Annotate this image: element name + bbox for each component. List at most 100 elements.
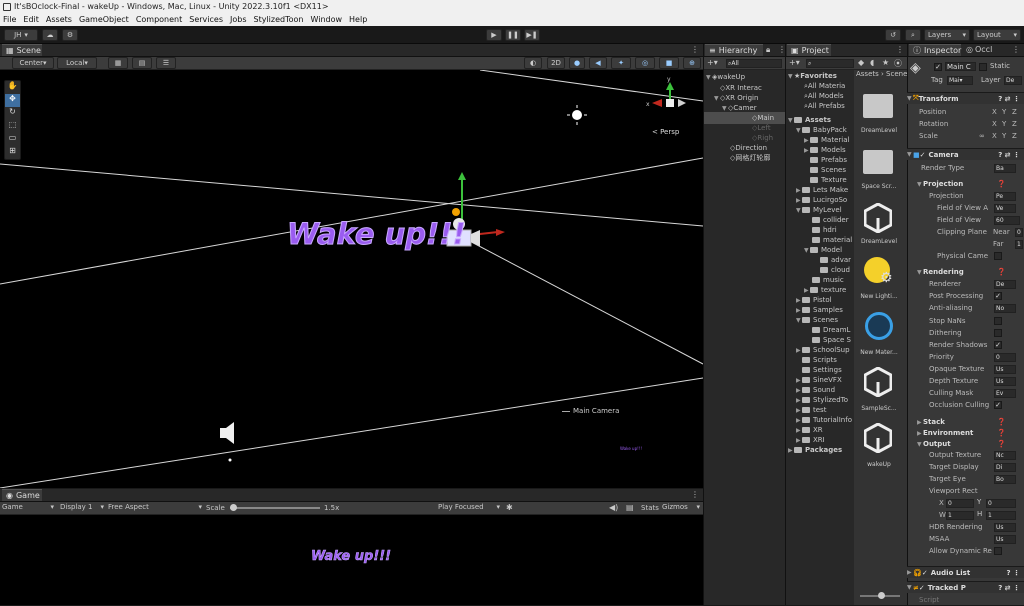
camera-enabled-checkbox[interactable]: ✓ — [920, 151, 926, 159]
aspect-dropdown[interactable]: Free Aspect ▾ — [108, 503, 202, 511]
toggle-2d-button[interactable]: 2D — [547, 57, 565, 69]
tracked-pose-header[interactable]: ▼ ≠ ✓ Tracked P? ⇄ ⋮ — [907, 581, 1024, 593]
menu-jobs[interactable]: Jobs — [230, 15, 247, 24]
asset-item[interactable]: New Mater... — [854, 349, 904, 356]
output-texture-field[interactable]: Nc — [994, 451, 1016, 460]
stop-nans-checkbox[interactable] — [994, 317, 1002, 325]
game-viewport[interactable]: Wake up!!! — [0, 515, 703, 605]
render-type-dropdown[interactable]: Ba — [994, 164, 1016, 173]
target-eye-dropdown[interactable]: Bo — [994, 475, 1016, 484]
orientation-gizmo[interactable]: y x — [640, 76, 700, 131]
menu-gameobject[interactable]: GameObject — [79, 15, 129, 24]
near-input[interactable]: 0 — [1015, 228, 1023, 237]
dynamic-res-checkbox[interactable] — [994, 547, 1002, 555]
scale-tool-icon[interactable]: ⬚ — [5, 120, 20, 133]
effects-icon[interactable]: ✦ — [611, 57, 631, 69]
project-add-icon[interactable]: +▾ — [789, 58, 800, 67]
tag-dropdown[interactable]: Mai ▾ — [947, 76, 973, 85]
renderer-dropdown[interactable]: De — [994, 280, 1016, 289]
asset-item[interactable]: DreamLevel — [854, 238, 904, 245]
menu-help[interactable]: Help — [349, 15, 367, 24]
audio-menu-icon[interactable]: ? ⋮ — [1007, 569, 1021, 577]
render-shadows-checkbox[interactable]: ✓ — [994, 341, 1002, 349]
object-name-input[interactable]: Main C — [945, 62, 976, 71]
scale-slider[interactable] — [230, 507, 320, 509]
project-kebab-icon[interactable]: ⋮ — [896, 45, 904, 54]
search-icon[interactable]: ⌕ — [905, 29, 921, 41]
audio-listener-header[interactable]: ▶ 🎧︎ ✓ Audio List? ⋮ — [907, 566, 1024, 578]
frame-debug-icon[interactable]: ▤ — [626, 503, 634, 512]
asset-item[interactable]: New Lighti... — [854, 293, 904, 300]
game-kebab-icon[interactable]: ⋮ — [691, 490, 699, 499]
transform-menu-icon[interactable]: ? ⇄ ⋮ — [998, 95, 1020, 103]
menu-assets[interactable]: Assets — [46, 15, 72, 24]
tab-hierarchy[interactable]: ≡ Hierarchy — [705, 44, 763, 56]
layout-dropdown[interactable]: Layout ▾ — [973, 29, 1021, 41]
tab-inspector[interactable]: ⓘ Inspector — [909, 44, 961, 56]
opaque-texture-dropdown[interactable]: Us — [994, 365, 1016, 374]
filter-type-icon[interactable]: ◆ — [858, 58, 864, 67]
active-checkbox[interactable]: ✓ — [934, 63, 942, 71]
scene-viewport[interactable]: y x < Persp Wake up!!! Main Camera Wake … — [0, 70, 703, 488]
occlusion-culling-checkbox[interactable]: ✓ — [994, 401, 1002, 409]
pivot-center-dropdown[interactable]: Center ▾ — [12, 57, 54, 69]
transform-tool-icon[interactable]: ⊞ — [5, 146, 20, 159]
culling-mask-dropdown[interactable]: Ev — [994, 389, 1016, 398]
project-search-input[interactable]: ⌕ — [806, 59, 854, 68]
help-icon[interactable]: ❓ — [997, 429, 1006, 437]
rendering-section[interactable]: ▼ Rendering ❓ — [907, 266, 1024, 278]
account-dropdown[interactable]: JH ▾ — [4, 29, 38, 41]
favorite-icon[interactable]: ★ — [882, 58, 889, 67]
grid-snap-icon[interactable]: ▦ — [108, 57, 128, 69]
play-button[interactable]: ▶ — [486, 29, 502, 41]
anti-aliasing-dropdown[interactable]: No — [994, 304, 1016, 313]
asset-item[interactable]: SampleSc... — [854, 405, 904, 412]
history-icon[interactable]: ↺ — [885, 29, 901, 41]
tab-game[interactable]: ◉ Game — [2, 489, 42, 501]
play-mode-dropdown[interactable]: Play Focused ▾ — [438, 503, 500, 511]
bug-icon[interactable]: ✱ — [506, 503, 513, 512]
help-icon[interactable]: ❓ — [997, 268, 1006, 276]
camera-menu-icon[interactable]: ? ⇄ ⋮ — [998, 151, 1020, 159]
tab-project[interactable]: ▣ Project — [787, 44, 831, 56]
rect-tool-icon[interactable]: ▭ — [5, 133, 20, 146]
asset-item[interactable]: DreamLevel — [854, 127, 904, 134]
projection-section[interactable]: ▼ Projection ❓ — [907, 178, 1024, 190]
shading-mode-icon[interactable]: ◐ — [524, 57, 542, 69]
add-icon[interactable]: +▾ — [707, 58, 718, 67]
collab-icon[interactable]: ⚙ — [62, 29, 78, 41]
menu-file[interactable]: File — [3, 15, 16, 24]
menu-window[interactable]: Window — [310, 15, 342, 24]
hidden-objects-icon[interactable]: ◎ — [635, 57, 655, 69]
mute-audio-icon[interactable]: ◀) — [609, 503, 618, 512]
tab-occlusion[interactable]: ◎ Occl — [966, 45, 992, 54]
hidden-packages-icon[interactable]: ⦿ — [894, 58, 902, 69]
increment-snap-icon[interactable]: ▤ — [132, 57, 152, 69]
hdr-dropdown[interactable]: Us — [994, 523, 1016, 532]
move-tool-icon[interactable]: ✥ — [5, 94, 20, 107]
asset-item[interactable]: Space Scr... — [854, 183, 904, 190]
dithering-checkbox[interactable] — [994, 329, 1002, 337]
filter-label-icon[interactable]: ◖ — [870, 58, 874, 67]
priority-input[interactable]: 0 — [994, 353, 1016, 362]
tab-scene[interactable]: ▦ Scene — [2, 44, 42, 56]
rotate-tool-icon[interactable]: ↻ — [5, 107, 20, 120]
lock-icon[interactable]: 🔒︎ — [766, 45, 770, 55]
help-icon[interactable]: ❓ — [997, 418, 1006, 426]
tracked-menu-icon[interactable]: ? ⇄ ⋮ — [998, 584, 1020, 592]
inspector-kebab-icon[interactable]: ⋮ — [1012, 45, 1020, 54]
cloud-icon[interactable]: ☁ — [42, 29, 58, 41]
viewport-h-input[interactable]: 1 — [986, 511, 1016, 520]
menu-component[interactable]: Component — [136, 15, 182, 24]
audio-toggle-icon[interactable]: ◀ — [589, 57, 607, 69]
pause-button[interactable]: ❚❚ — [505, 29, 521, 41]
gizmos-icon[interactable]: ⊕ — [683, 57, 701, 69]
far-input[interactable]: 1 — [1015, 240, 1023, 249]
gizmos-dropdown[interactable]: Gizmos ▾ — [662, 503, 700, 511]
help-icon[interactable]: ❓ — [997, 180, 1006, 188]
display-dropdown[interactable]: Display 1 ▾ — [60, 503, 104, 511]
viewport-y-input[interactable]: 0 — [986, 499, 1016, 508]
menu-stylizedtoon[interactable]: StylizedToon — [254, 15, 304, 24]
link-icon[interactable]: ∞ — [979, 132, 985, 140]
projection-dropdown[interactable]: Pe — [994, 192, 1016, 201]
